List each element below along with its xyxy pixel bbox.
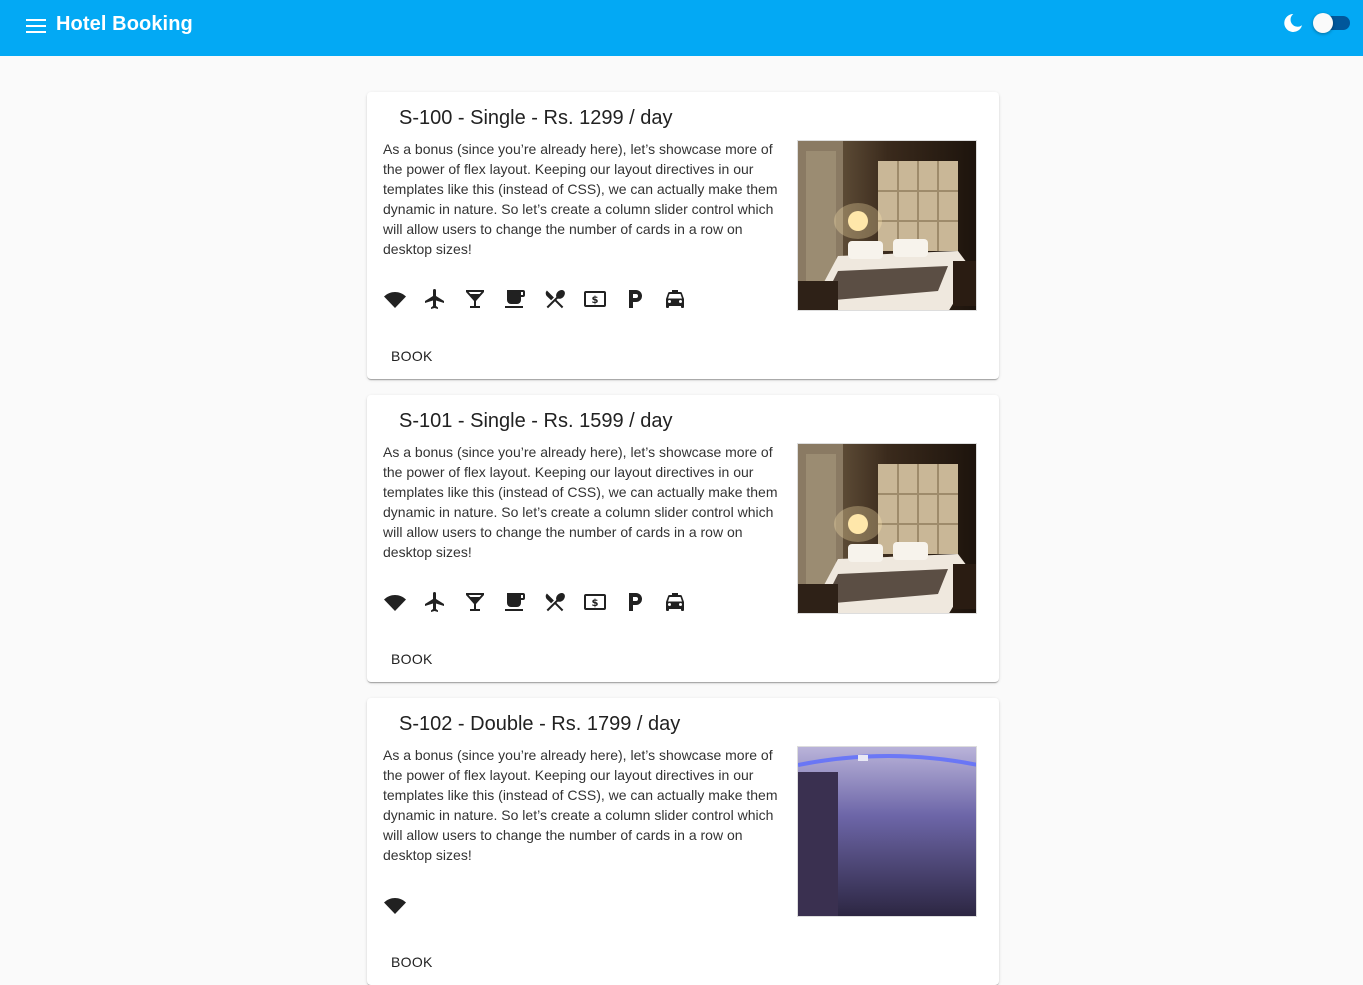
restaurant-icon (543, 590, 567, 614)
dark-mode-toggle[interactable] (1313, 13, 1350, 33)
room-card: S-100 - Single - Rs. 1299 / day As a bon… (367, 92, 999, 379)
book-button[interactable]: BOOK (383, 338, 441, 374)
bar-icon (463, 287, 487, 311)
room-card: S-102 - Double - Rs. 1799 / day As a bon… (367, 698, 999, 985)
bar-icon (463, 590, 487, 614)
parking-icon (623, 287, 647, 311)
app-title: Hotel Booking (56, 13, 193, 35)
amenities-row: $ (383, 287, 703, 311)
room-image (797, 443, 977, 614)
room-description: As a bonus (since you’re already here), … (383, 747, 778, 863)
cafe-icon (503, 287, 527, 311)
room-title: S-101 - Single - Rs. 1599 / day (399, 410, 673, 432)
room-description: As a bonus (since you’re already here), … (383, 141, 778, 257)
amenities-row: $ (383, 590, 703, 614)
flight-icon (423, 287, 447, 311)
svg-text:$: $ (592, 295, 599, 306)
room-description: As a bonus (since you’re already here), … (383, 444, 778, 560)
toggle-knob[interactable] (1313, 13, 1333, 33)
restaurant-icon (543, 287, 567, 311)
money-icon: $ (583, 287, 607, 311)
room-image (797, 140, 977, 311)
wifi-icon (383, 287, 407, 311)
money-icon: $ (583, 590, 607, 614)
room-title: S-102 - Double - Rs. 1799 / day (399, 713, 681, 735)
flight-icon (423, 590, 447, 614)
book-button[interactable]: BOOK (383, 641, 441, 677)
cafe-icon (503, 590, 527, 614)
wifi-icon (383, 590, 407, 614)
parking-icon (623, 590, 647, 614)
app-toolbar: Hotel Booking (0, 0, 1363, 56)
moon-icon (1281, 11, 1305, 35)
book-button[interactable]: BOOK (383, 944, 441, 980)
wifi-icon (383, 893, 407, 917)
taxi-icon (663, 287, 687, 311)
room-image (797, 746, 977, 917)
svg-text:$: $ (592, 598, 599, 609)
room-card: S-101 - Single - Rs. 1599 / day As a bon… (367, 395, 999, 682)
taxi-icon (663, 590, 687, 614)
menu-icon[interactable] (24, 14, 48, 38)
amenities-row (383, 893, 423, 917)
room-title: S-100 - Single - Rs. 1299 / day (399, 107, 673, 129)
